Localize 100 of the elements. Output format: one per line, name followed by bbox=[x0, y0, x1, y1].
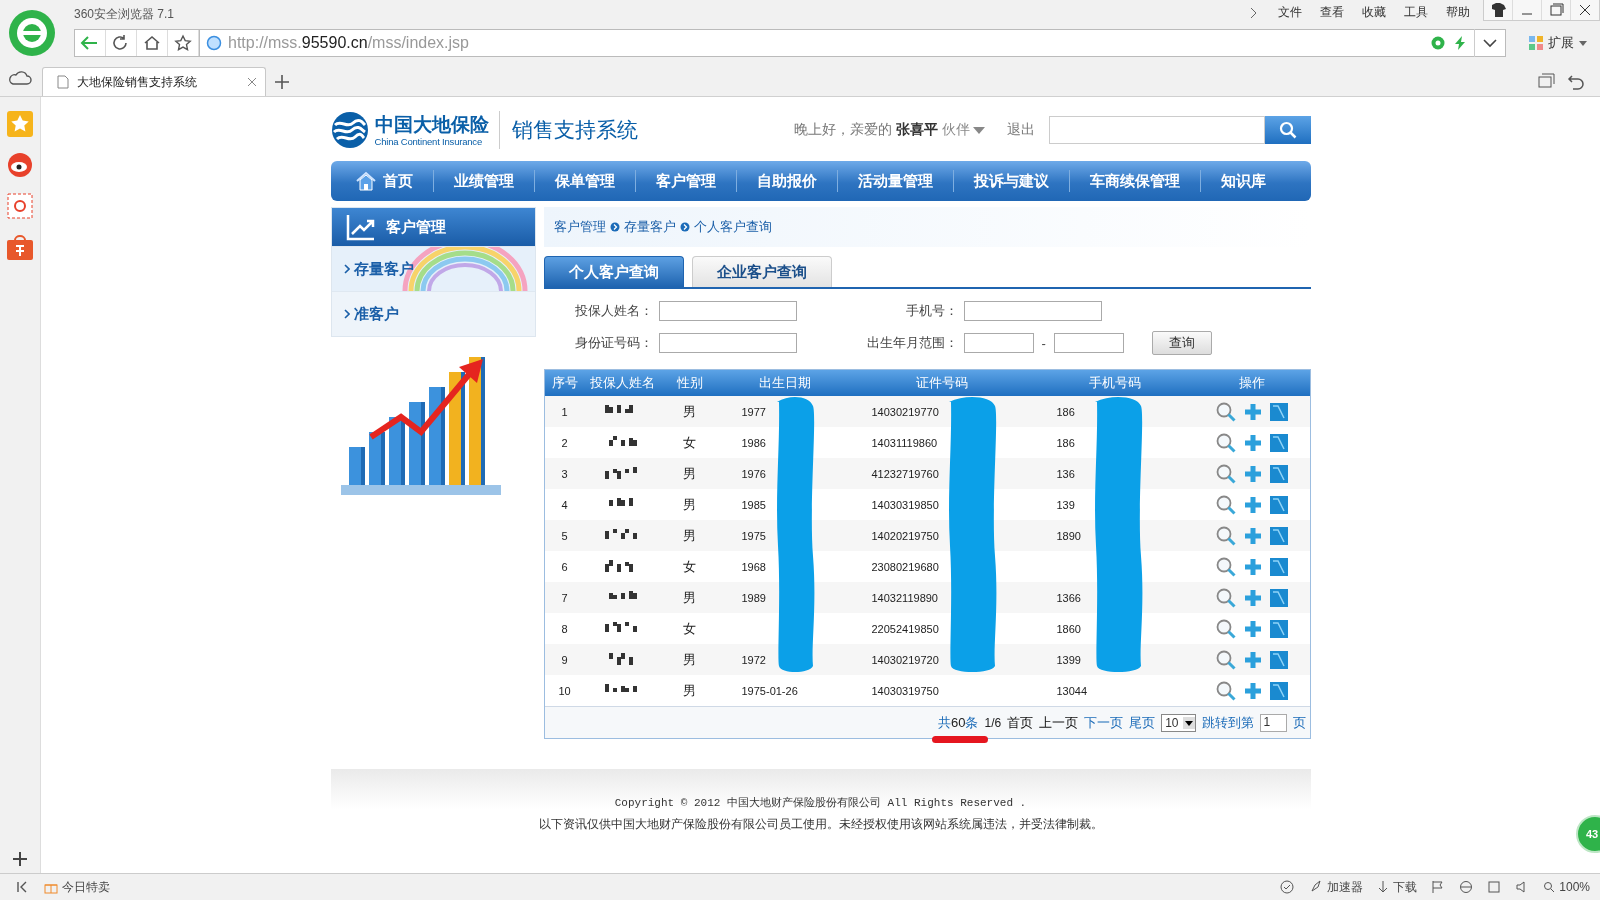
table-cell: 1985 bbox=[741, 498, 766, 511]
add-icon[interactable] bbox=[10, 849, 30, 869]
favorites-icon[interactable] bbox=[7, 111, 33, 137]
query-tab[interactable]: 企业客户查询 bbox=[691, 256, 832, 287]
magnifier-icon[interactable] bbox=[1215, 462, 1237, 485]
menu-item[interactable]: 帮助 bbox=[1437, 0, 1479, 21]
nav-item[interactable]: 车商续保管理 bbox=[1069, 171, 1200, 191]
input-field[interactable] bbox=[963, 333, 1034, 353]
table-cell: 8 bbox=[544, 613, 585, 644]
square-icon[interactable] bbox=[1269, 401, 1289, 422]
browser-logo-icon bbox=[8, 9, 56, 57]
logout-link[interactable]: 退出 bbox=[1006, 121, 1035, 139]
nav-item[interactable]: 保单管理 bbox=[534, 171, 635, 191]
square-icon[interactable] bbox=[1269, 618, 1289, 639]
deals-link[interactable]: 今日特卖 bbox=[44, 878, 110, 896]
table-cell: 14031119860 bbox=[871, 436, 938, 449]
magnifier-icon[interactable] bbox=[1215, 679, 1237, 702]
role-dropdown[interactable]: 伙伴 bbox=[941, 121, 985, 139]
magnifier-icon[interactable] bbox=[1215, 648, 1237, 671]
zoom-button[interactable]: 100% bbox=[1543, 880, 1590, 894]
plus-icon[interactable] bbox=[1243, 649, 1263, 670]
nav-item[interactable]: 业绩管理 bbox=[433, 171, 534, 191]
table-cell: 1975-01-26 bbox=[741, 684, 798, 697]
query-button[interactable]: 查询 bbox=[1151, 331, 1212, 355]
square-icon[interactable] bbox=[1269, 649, 1289, 670]
plus-icon[interactable] bbox=[1243, 401, 1263, 422]
table-cell: 男 bbox=[659, 396, 720, 427]
breadcrumb-link[interactable]: 客户管理 bbox=[553, 218, 606, 236]
table-cell: 14030219770 bbox=[871, 405, 939, 418]
table-cell: 186 bbox=[1056, 405, 1075, 418]
plus-icon[interactable] bbox=[1243, 556, 1263, 577]
table-cell: 22052419850 bbox=[871, 622, 939, 635]
windows-icon[interactable] bbox=[1536, 71, 1556, 91]
side-menu-item[interactable]: 准客户 bbox=[331, 291, 535, 336]
square-icon[interactable] bbox=[1269, 432, 1289, 453]
magnifier-icon[interactable] bbox=[1215, 400, 1237, 423]
magnifier-icon[interactable] bbox=[1215, 617, 1237, 640]
download-button[interactable]: 下载 bbox=[1377, 878, 1418, 896]
chevron-icon[interactable] bbox=[1249, 5, 1259, 20]
menu-item[interactable]: 文件 bbox=[1269, 0, 1311, 21]
side-menu-item[interactable]: 存量客户 bbox=[331, 246, 535, 291]
magnifier-icon[interactable] bbox=[1215, 431, 1237, 454]
input-field[interactable] bbox=[1053, 333, 1124, 353]
table-cell: 女 bbox=[659, 613, 720, 644]
browser-tab[interactable]: 大地保险销售支持系统 bbox=[42, 67, 266, 96]
flag-icon[interactable] bbox=[1431, 880, 1446, 894]
input-field[interactable] bbox=[658, 333, 797, 353]
footer-text: 以下资讯仅供中国大地财产保险股份有限公司员工使用。未经授权使用该网站系统属违法，并受法律制裁。 bbox=[538, 816, 1103, 833]
bag-icon[interactable] bbox=[7, 234, 33, 260]
next-page-link[interactable]: 下一页 bbox=[1084, 713, 1124, 732]
square-icon[interactable] bbox=[1269, 494, 1289, 515]
address-bar[interactable]: http://mss.95590.cn/mss/index.jsp bbox=[199, 29, 1506, 57]
input-field[interactable] bbox=[658, 301, 797, 321]
query-tab[interactable]: 个人客户查询 bbox=[543, 256, 684, 287]
extensions-button[interactable]: 扩展 bbox=[1506, 34, 1600, 52]
table-cell: 1 bbox=[544, 396, 585, 427]
nav-item[interactable]: 客户管理 bbox=[635, 171, 736, 191]
plus-icon[interactable] bbox=[1243, 432, 1263, 453]
square-icon[interactable] bbox=[1269, 680, 1289, 701]
search-field[interactable] bbox=[1048, 116, 1265, 144]
page-input[interactable]: 1 bbox=[1259, 713, 1287, 732]
magnifier-icon[interactable] bbox=[1215, 555, 1237, 578]
jump-link[interactable]: 跳转到第 bbox=[1201, 713, 1254, 732]
search-button[interactable] bbox=[1264, 116, 1311, 144]
square-icon[interactable] bbox=[1269, 587, 1289, 608]
window-icon[interactable] bbox=[1487, 880, 1502, 894]
menu-item[interactable]: 收藏 bbox=[1353, 0, 1395, 21]
magnifier-icon[interactable] bbox=[1215, 586, 1237, 609]
magnifier-icon[interactable] bbox=[1215, 493, 1237, 516]
accelerator-button[interactable]: 加速器 bbox=[1309, 878, 1364, 896]
menu-item[interactable]: 查看 bbox=[1311, 0, 1353, 21]
plus-icon[interactable] bbox=[1243, 525, 1263, 546]
square-icon[interactable] bbox=[1269, 525, 1289, 546]
plus-icon[interactable] bbox=[1243, 680, 1263, 701]
chevron-icon bbox=[343, 264, 350, 274]
table-cell: 139 bbox=[1056, 498, 1075, 511]
table-cell: 23080219680 bbox=[871, 560, 939, 573]
eye-logo-icon[interactable] bbox=[7, 152, 33, 178]
plus-icon[interactable] bbox=[1243, 494, 1263, 515]
plus-icon[interactable] bbox=[1243, 587, 1263, 608]
magnifier-icon[interactable] bbox=[1215, 524, 1237, 547]
square-icon[interactable] bbox=[1269, 463, 1289, 484]
nav-item[interactable]: 活动量管理 bbox=[837, 171, 953, 191]
column-header: 证件号码 bbox=[849, 370, 1035, 396]
table-cell: 1975 bbox=[741, 529, 766, 542]
menu-item[interactable]: 工具 bbox=[1395, 0, 1437, 21]
input-field[interactable] bbox=[963, 301, 1102, 321]
nav-item[interactable]: 知识库 bbox=[1200, 171, 1286, 191]
last-page-link[interactable]: 尾页 bbox=[1129, 713, 1156, 732]
nav-item[interactable]: 投诉与建议 bbox=[953, 171, 1069, 191]
nav-item[interactable]: 自助报价 bbox=[736, 171, 837, 191]
square-icon[interactable] bbox=[1269, 556, 1289, 577]
table-cell: 14030319850 bbox=[871, 498, 939, 511]
plus-icon[interactable] bbox=[1243, 618, 1263, 639]
table-cell: 1972 bbox=[741, 653, 766, 666]
nav-item[interactable]: 首页 bbox=[330, 171, 433, 191]
plus-icon[interactable] bbox=[1243, 463, 1263, 484]
page-size-select[interactable]: 10 bbox=[1161, 713, 1196, 732]
breadcrumb-link[interactable]: 存量客户 bbox=[623, 218, 676, 236]
breadcrumb-link[interactable]: 个人客户查询 bbox=[693, 218, 772, 236]
